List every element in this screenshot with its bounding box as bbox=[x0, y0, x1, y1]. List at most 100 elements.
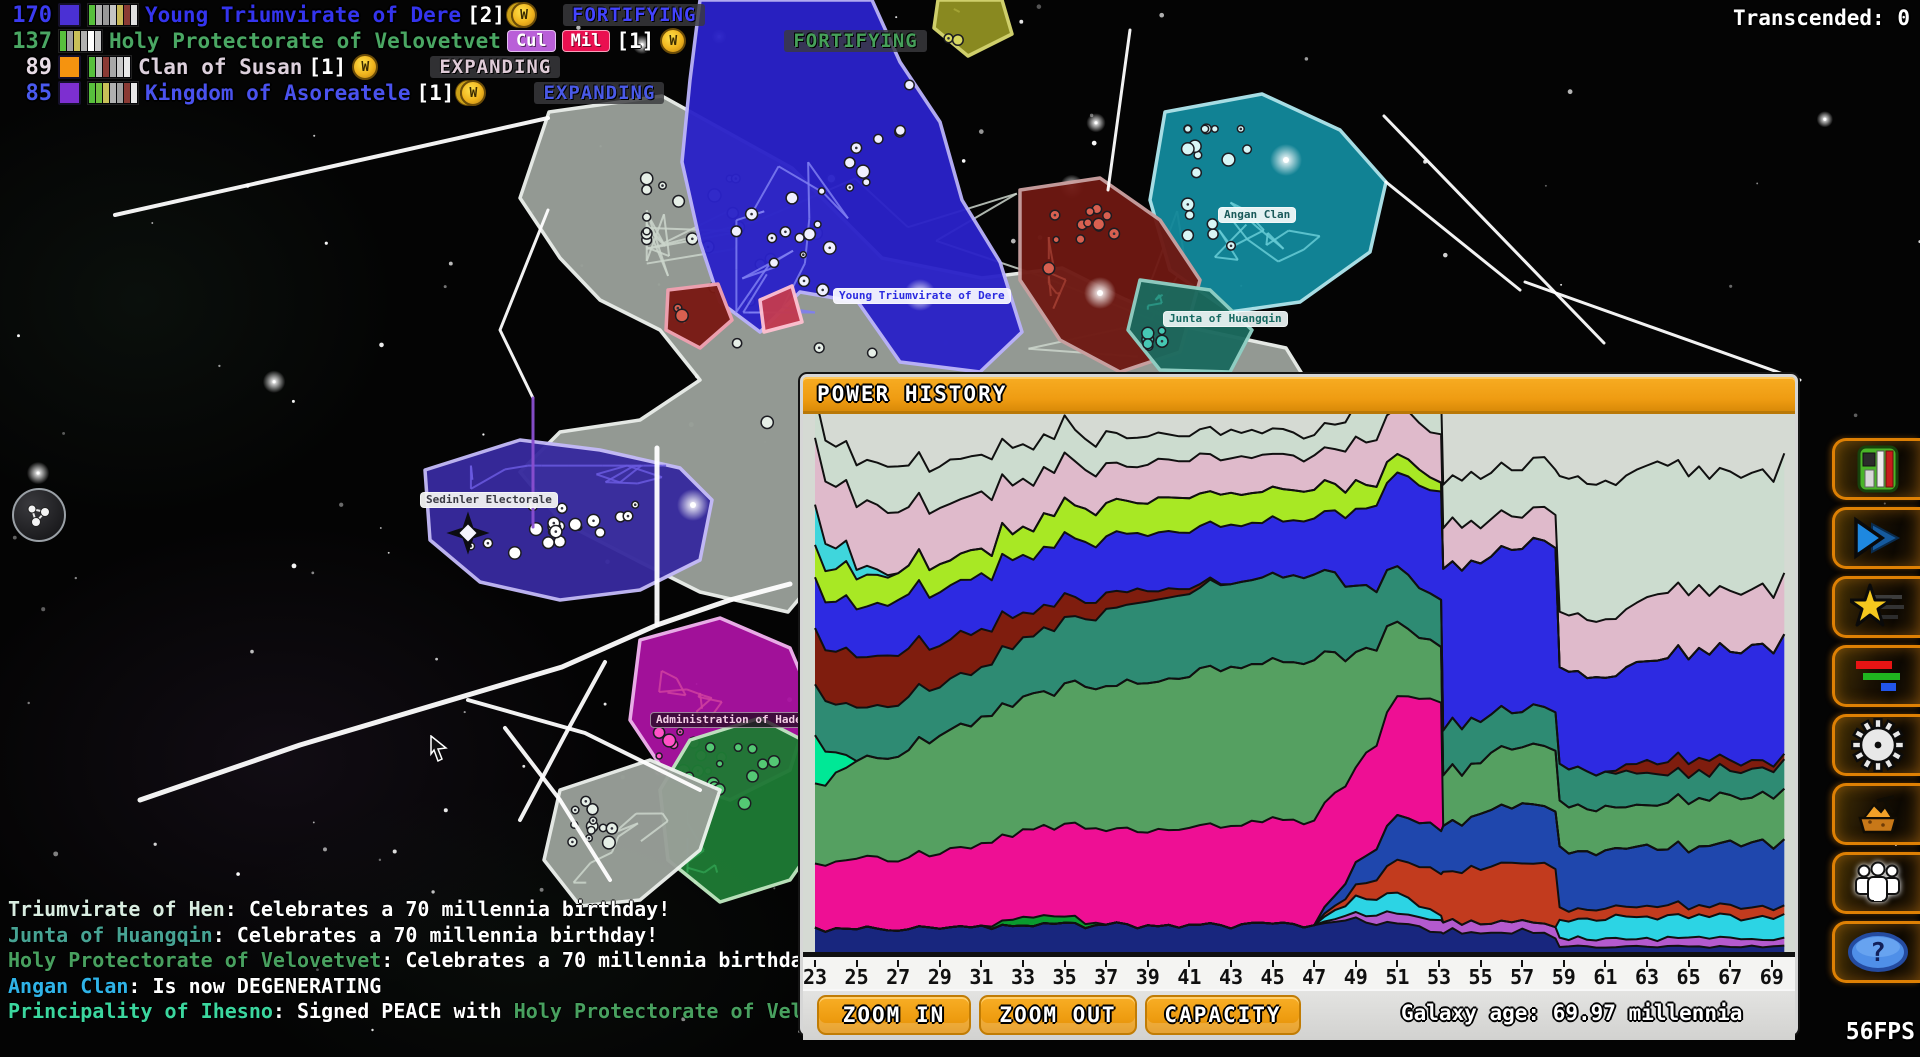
map-mode-button[interactable] bbox=[12, 488, 66, 542]
population-icon bbox=[1850, 857, 1906, 909]
axis-tick-label: 39 bbox=[1136, 965, 1160, 989]
chart-x-axis: 23 25 27 29 31 33 35 37 39 41 43 45 47 49 51 53 55 57 59 61… bbox=[803, 954, 1795, 989]
faction-stat-bars bbox=[58, 29, 103, 53]
axis-tick-label: 67 bbox=[1718, 965, 1742, 989]
faction-stat-bars bbox=[87, 81, 139, 105]
faction-name: Kingdom of Asoreatele bbox=[145, 81, 411, 105]
faction-list: 170Young Triumvirate of Dere[2]WFORTIFYI… bbox=[6, 2, 927, 106]
faction-name: Young Triumvirate of Dere bbox=[145, 3, 461, 27]
axis-tick-label: 37 bbox=[1094, 965, 1118, 989]
map-label[interactable]: Angan Clan bbox=[1218, 207, 1296, 223]
fast-forward-icon bbox=[1850, 512, 1906, 564]
panel-header: POWER HISTORY bbox=[803, 377, 1795, 414]
sandbox-button[interactable] bbox=[1832, 783, 1920, 845]
event-log-line[interactable]: Triumvirate of Hen: Celebrates a 70 mill… bbox=[8, 897, 803, 923]
faction-status-badge: EXPANDING bbox=[430, 56, 560, 78]
faction-row[interactable]: 85 Kingdom of Asoreatele[1]W EXPANDING bbox=[6, 80, 927, 106]
faction-row[interactable]: 137 Holy Protectorate of Velovetvet Cul Mil… bbox=[6, 28, 927, 54]
faction-name: Holy Protectorate of Velovetvet bbox=[109, 29, 501, 53]
panel-title: POWER HISTORY bbox=[817, 382, 1007, 406]
game-viewport: { "hud": { "transcended": "Transcended: … bbox=[0, 0, 1920, 1057]
map-label[interactable]: Young Triumvirate of Dere bbox=[833, 288, 1011, 304]
faction-score: 89 bbox=[6, 55, 52, 80]
faction-war-count: [1] bbox=[308, 55, 346, 79]
panel-controls: ZOOM IN ZOOM OUT CAPACITY Galaxy age: 69… bbox=[803, 989, 1795, 1040]
event-log-line[interactable]: Holy Protectorate of Velovetvet: Celebra… bbox=[8, 948, 803, 974]
wonder-coin-icon: W bbox=[460, 80, 486, 106]
faction-status-badge: FORTIFYING bbox=[563, 4, 705, 26]
toolbar-sidebar: ? bbox=[1832, 438, 1920, 990]
settings-button[interactable] bbox=[1832, 714, 1920, 776]
event-log-line[interactable]: Junta of Huangqin: Celebrates a 70 mille… bbox=[8, 923, 803, 949]
axis-tick-label: 61 bbox=[1593, 965, 1617, 989]
star-icon bbox=[1850, 581, 1906, 633]
wonder-coin-icon: W bbox=[352, 54, 378, 80]
axis-tick-label: 51 bbox=[1385, 965, 1409, 989]
axis-tick-label: 45 bbox=[1261, 965, 1285, 989]
speed-button[interactable] bbox=[1832, 507, 1920, 569]
capacity-button[interactable]: CAPACITY bbox=[1145, 995, 1301, 1035]
population-button[interactable] bbox=[1832, 852, 1920, 914]
wonders-button[interactable] bbox=[1832, 576, 1920, 638]
map-label[interactable]: Sedinler Electorale bbox=[420, 492, 558, 508]
wonder-coin-icon: W bbox=[511, 2, 537, 28]
faction-name: Clan of Susan bbox=[138, 55, 302, 79]
help-icon: ? bbox=[1846, 928, 1910, 976]
axis-tick-label: 69 bbox=[1760, 965, 1784, 989]
svg-text:?: ? bbox=[1870, 938, 1886, 968]
faction-score: 170 bbox=[6, 3, 52, 28]
faction-color-swatch bbox=[58, 81, 81, 105]
help-button[interactable]: ? bbox=[1832, 921, 1920, 983]
event-log-line[interactable]: Principality of Ihesno: Signed PEACE wit… bbox=[8, 999, 803, 1025]
axis-tick-label: 25 bbox=[845, 965, 869, 989]
transcended-counter: Transcended: 0 bbox=[1733, 6, 1910, 30]
faction-row[interactable]: 89 Clan of Susan[1]W EXPANDING bbox=[6, 54, 927, 80]
faction-war-count: [2] bbox=[467, 3, 505, 27]
faction-row[interactable]: 170 Young Triumvirate of Dere[2]W FORTIFYI… bbox=[6, 2, 927, 28]
axis-tick-label: 59 bbox=[1552, 965, 1576, 989]
faction-score: 137 bbox=[6, 29, 52, 54]
axis-tick-label: 41 bbox=[1177, 965, 1201, 989]
zoom-out-button[interactable]: ZOOM OUT bbox=[979, 995, 1137, 1035]
faction-war-count: [1] bbox=[616, 29, 654, 53]
axis-tick-label: 53 bbox=[1427, 965, 1451, 989]
empire-overview-button[interactable] bbox=[1832, 438, 1920, 500]
axis-tick-label: 35 bbox=[1053, 965, 1077, 989]
axis-tick-label: 63 bbox=[1635, 965, 1659, 989]
axis-tick-label: 33 bbox=[1011, 965, 1035, 989]
power-history-chart bbox=[803, 414, 1795, 954]
faction-badge-mil: Mil bbox=[562, 30, 611, 52]
faction-stat-bars bbox=[87, 55, 132, 79]
sandbox-icon bbox=[1850, 788, 1906, 840]
axis-tick-label: 29 bbox=[928, 965, 952, 989]
faction-stat-bars bbox=[87, 3, 139, 27]
event-log: Triumvirate of Hen: Celebrates a 70 mill… bbox=[8, 897, 803, 1025]
network-icon bbox=[23, 499, 55, 531]
faction-badge-cul: Cul bbox=[507, 30, 556, 52]
graphs-button[interactable] bbox=[1832, 645, 1920, 707]
power-history-panel: POWER HISTORY 23 25 27 29 31 33 35 37 39 41 43 45 47… bbox=[800, 374, 1798, 1035]
faction-score: 85 bbox=[6, 81, 52, 106]
faction-war-count: [1] bbox=[417, 81, 455, 105]
axis-tick-label: 49 bbox=[1344, 965, 1368, 989]
faction-status-badge: FORTIFYING bbox=[784, 30, 926, 52]
axis-tick-label: 23 bbox=[803, 965, 827, 989]
event-log-line[interactable]: Angan Clan: Is now DEGENERATING bbox=[8, 974, 803, 1000]
axis-tick-label: 65 bbox=[1677, 965, 1701, 989]
fps-counter: 56FPS bbox=[1846, 1019, 1915, 1045]
faction-color-swatch bbox=[58, 3, 81, 27]
axis-tick-label: 57 bbox=[1510, 965, 1534, 989]
zoom-in-button[interactable]: ZOOM IN bbox=[817, 995, 971, 1035]
axis-tick-label: 47 bbox=[1302, 965, 1326, 989]
axis-tick-label: 55 bbox=[1469, 965, 1493, 989]
galaxy-age-label: Galaxy age: 69.97 millennia bbox=[1401, 1001, 1742, 1025]
faction-status-badge: EXPANDING bbox=[534, 82, 664, 104]
axis-tick-label: 43 bbox=[1219, 965, 1243, 989]
wonder-coin-icon: W bbox=[660, 28, 686, 54]
faction-color-swatch bbox=[58, 55, 81, 79]
axis-tick-label: 31 bbox=[969, 965, 993, 989]
stats-bars-icon bbox=[1850, 650, 1906, 702]
card-icon bbox=[1852, 443, 1904, 495]
axis-tick-label: 27 bbox=[886, 965, 910, 989]
map-label[interactable]: Junta of Huangqin bbox=[1163, 311, 1288, 327]
